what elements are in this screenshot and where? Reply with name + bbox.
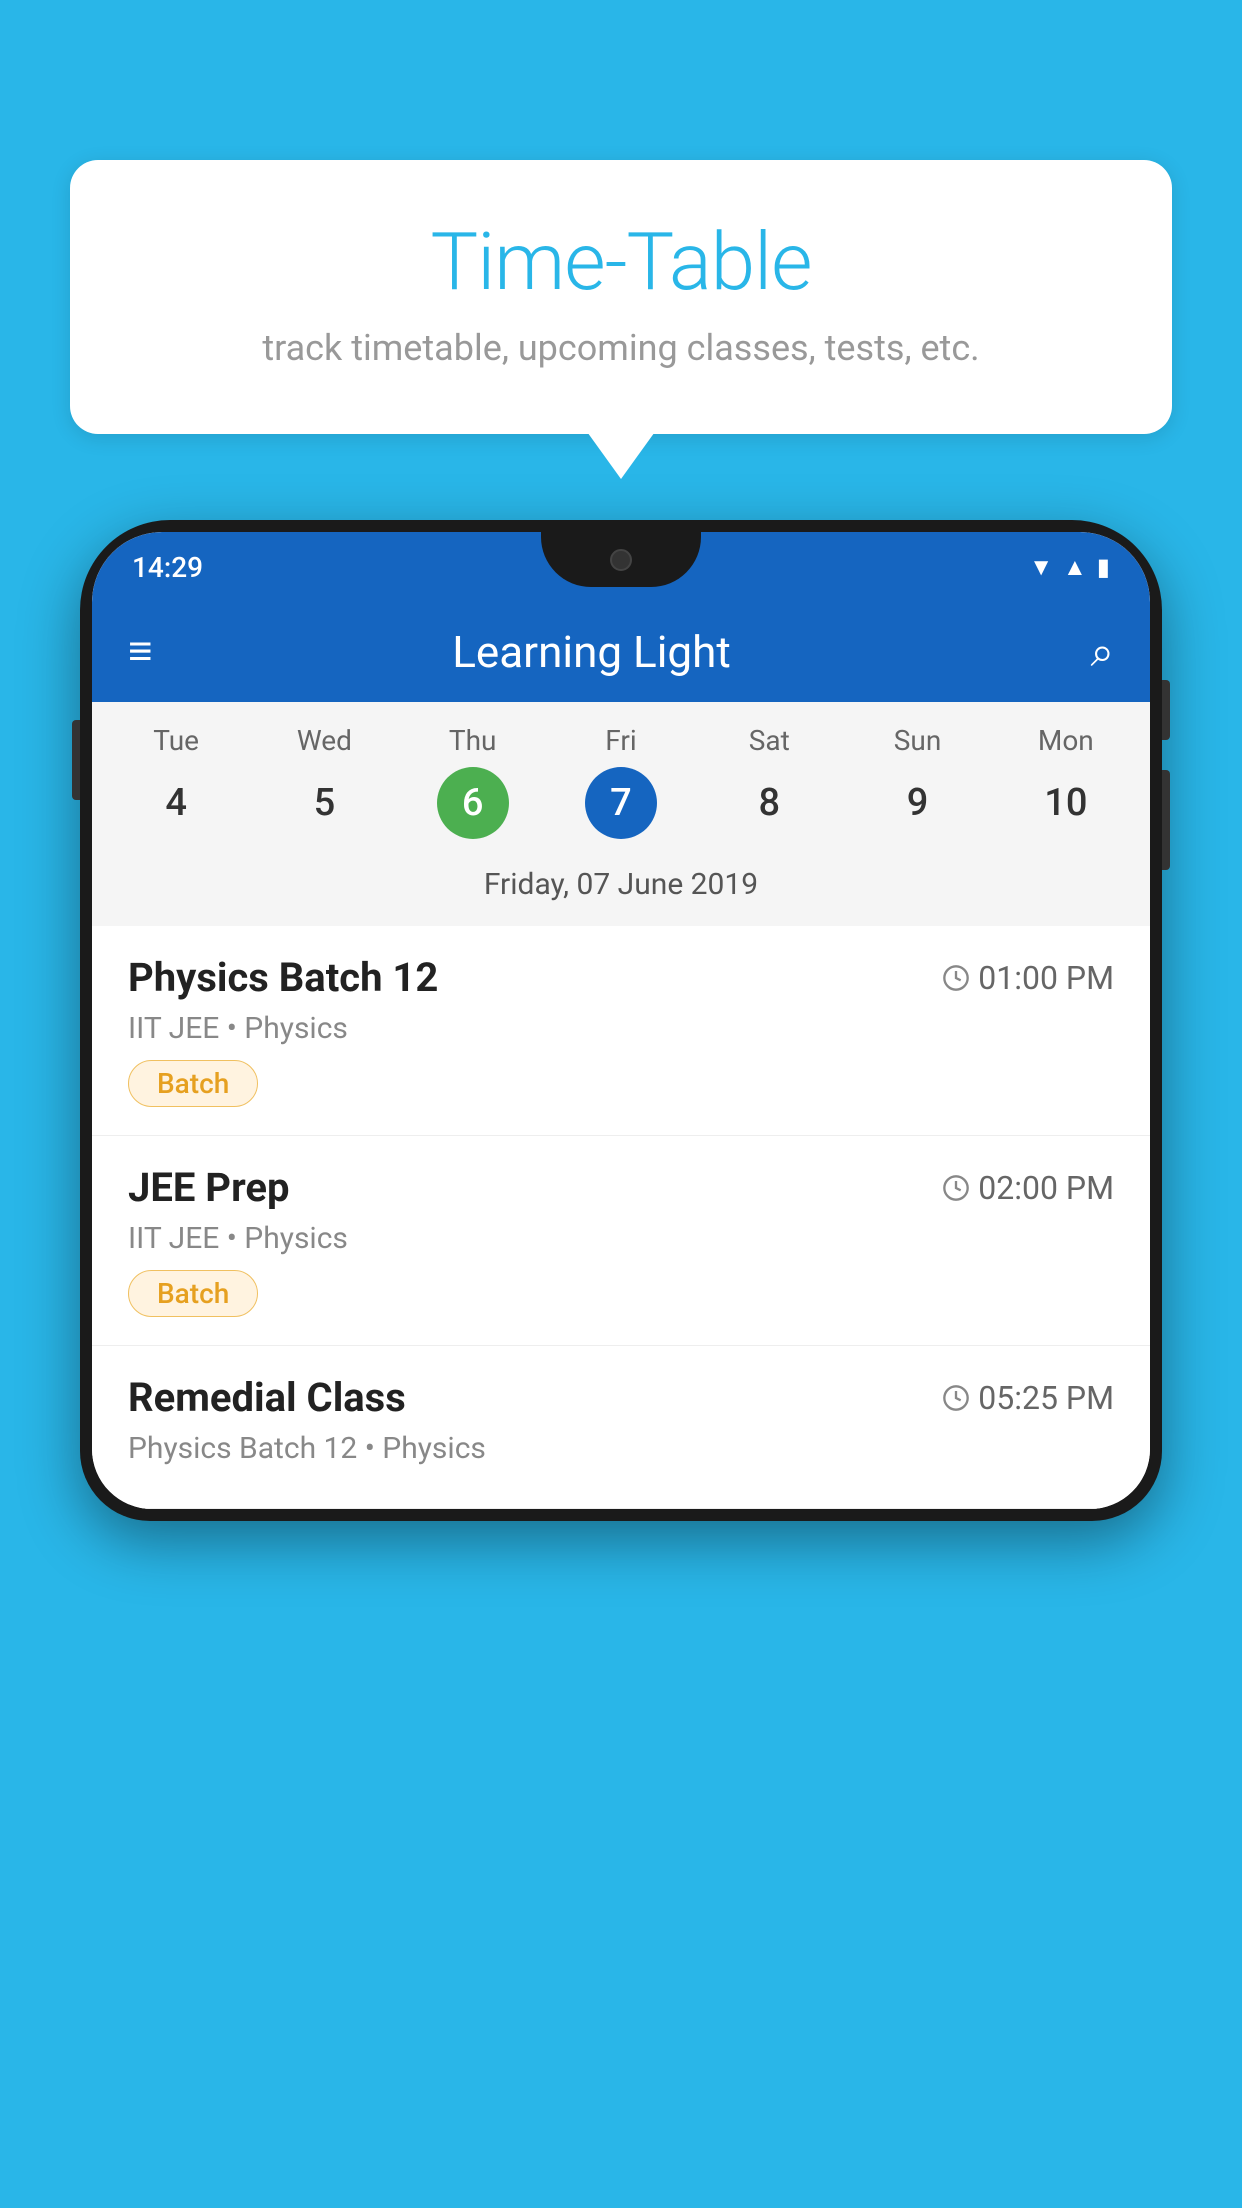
wifi-icon: ▼	[1029, 553, 1053, 582]
item-title: Physics Batch 12	[128, 954, 438, 1001]
tooltip-subtitle: track timetable, upcoming classes, tests…	[130, 327, 1112, 369]
item-time: 01:00 PM	[942, 959, 1114, 997]
battery-icon: ▮	[1097, 553, 1110, 581]
day-name: Fri	[605, 724, 636, 757]
status-icons: ▼ ▲ ▮	[1029, 553, 1110, 582]
power-button-2	[1162, 770, 1170, 870]
selected-date-label: Friday, 07 June 2019	[102, 855, 1140, 916]
tooltip-card: Time-Table track timetable, upcoming cla…	[70, 160, 1172, 434]
day-column[interactable]: Sun 9	[853, 724, 983, 839]
power-button	[1162, 680, 1170, 740]
day-name: Mon	[1038, 724, 1094, 757]
day-number[interactable]: 7	[585, 767, 657, 839]
app-bar: ≡ Learning Light ⌕	[92, 602, 1150, 702]
phone-mockup: 14:29 ▼ ▲ ▮ ≡ Learning Light ⌕	[80, 520, 1162, 2208]
item-time: 02:00 PM	[942, 1169, 1114, 1207]
day-column[interactable]: Thu 6	[408, 724, 538, 839]
phone-notch	[541, 532, 701, 587]
day-name: Sun	[894, 724, 942, 757]
schedule-item[interactable]: JEE Prep 02:00 PM IIT JEE • Physics Batc…	[92, 1136, 1150, 1346]
day-number[interactable]: 9	[882, 767, 954, 839]
day-number[interactable]: 5	[288, 767, 360, 839]
day-column[interactable]: Sat 8	[704, 724, 834, 839]
schedule-item[interactable]: Physics Batch 12 01:00 PM IIT JEE • Phys…	[92, 926, 1150, 1136]
search-icon[interactable]: ⌕	[1090, 628, 1114, 677]
schedule-item[interactable]: Remedial Class 05:25 PM Physics Batch 12…	[92, 1346, 1150, 1509]
item-subtitle: IIT JEE • Physics	[128, 1011, 1114, 1046]
phone-screen: 14:29 ▼ ▲ ▮ ≡ Learning Light ⌕	[92, 532, 1150, 1509]
item-title: JEE Prep	[128, 1164, 289, 1211]
front-camera	[610, 549, 632, 571]
app-title: Learning Light	[93, 626, 1091, 678]
day-number[interactable]: 10	[1030, 767, 1102, 839]
volume-button	[72, 720, 80, 800]
day-column[interactable]: Wed 5	[259, 724, 389, 839]
day-name: Tue	[153, 724, 199, 757]
item-time: 05:25 PM	[942, 1379, 1114, 1417]
day-column[interactable]: Mon 10	[1001, 724, 1131, 839]
day-number[interactable]: 8	[733, 767, 805, 839]
day-number[interactable]: 6	[437, 767, 509, 839]
day-name: Wed	[297, 724, 352, 757]
day-column[interactable]: Tue 4	[111, 724, 241, 839]
status-time: 14:29	[132, 551, 203, 584]
status-bar: 14:29 ▼ ▲ ▮	[92, 532, 1150, 602]
batch-badge: Batch	[128, 1060, 258, 1107]
tooltip-title: Time-Table	[130, 215, 1112, 309]
day-name: Sat	[749, 724, 790, 757]
days-row: Tue 4 Wed 5 Thu 6 Fri 7 Sat 8 Sun 9 Mon 10	[102, 724, 1140, 839]
batch-badge: Batch	[128, 1270, 258, 1317]
item-title: Remedial Class	[128, 1374, 406, 1421]
schedule-content: Physics Batch 12 01:00 PM IIT JEE • Phys…	[92, 926, 1150, 1509]
calendar-strip: Tue 4 Wed 5 Thu 6 Fri 7 Sat 8 Sun 9 Mon 10 Friday, 07…	[92, 702, 1150, 926]
day-column[interactable]: Fri 7	[556, 724, 686, 839]
item-subtitle: Physics Batch 12 • Physics	[128, 1431, 1114, 1466]
item-subtitle: IIT JEE • Physics	[128, 1221, 1114, 1256]
signal-icon: ▲	[1063, 553, 1087, 582]
day-number[interactable]: 4	[140, 767, 212, 839]
day-name: Thu	[449, 724, 497, 757]
